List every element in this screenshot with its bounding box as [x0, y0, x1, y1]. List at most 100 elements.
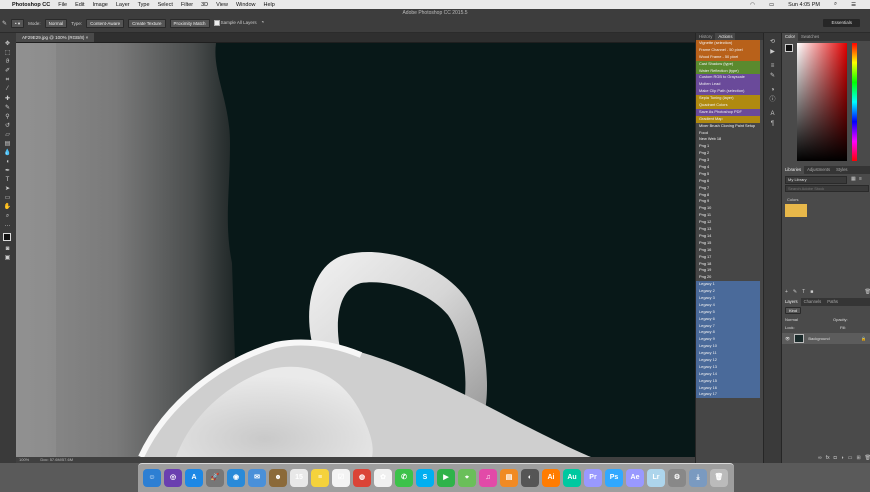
action-item[interactable]: Water Reflection (type) — [696, 67, 760, 75]
menu-edit[interactable]: Edit — [75, 2, 84, 8]
library-dropdown[interactable]: My Library — [785, 176, 847, 184]
hue-slider[interactable] — [852, 43, 857, 161]
type-content-aware-button[interactable]: Content-Aware — [86, 18, 125, 28]
action-item[interactable]: Legacy 16 — [696, 384, 760, 392]
action-item[interactable]: Custom RGB to Grayscale — [696, 74, 760, 82]
new-group-icon[interactable]: ▭ — [848, 455, 853, 462]
action-item[interactable]: Legacy 2 — [696, 288, 760, 295]
link-layers-icon[interactable]: ∞ — [818, 455, 822, 462]
action-item[interactable]: Legacy 10 — [696, 343, 760, 351]
dock-trash-icon[interactable]: 🗑 — [710, 469, 728, 487]
history-panel-icon[interactable]: ⟲ — [768, 39, 777, 46]
move-tool-icon[interactable]: ✥ — [3, 41, 12, 48]
action-item[interactable]: Food — [696, 129, 760, 137]
dock-photos-icon[interactable]: ✿ — [374, 469, 392, 487]
pressure-size-icon[interactable]: ◔ — [261, 20, 265, 26]
spotlight-icon[interactable]: ⌕ — [834, 1, 837, 8]
foreground-swatch-small[interactable] — [785, 44, 793, 52]
action-item[interactable]: Png 16 — [696, 246, 760, 254]
dock-premiere-icon[interactable]: Pr — [584, 469, 602, 487]
dodge-tool-icon[interactable]: ◖ — [3, 159, 12, 166]
action-item[interactable]: Legacy 14 — [696, 370, 760, 378]
action-item[interactable]: Png 15 — [696, 239, 760, 247]
action-item[interactable]: Png 13 — [696, 226, 760, 233]
zoom-level[interactable]: 100% — [19, 457, 29, 462]
tab-swatches[interactable]: Swatches — [798, 33, 822, 41]
action-item[interactable]: Legacy 11 — [696, 350, 760, 357]
library-brush-icon[interactable]: ✎ — [793, 289, 797, 297]
tab-libraries[interactable]: Libraries — [782, 166, 805, 174]
menu-clock[interactable]: Sun 4:05 PM — [788, 2, 820, 8]
eraser-tool-icon[interactable]: ▱ — [3, 132, 12, 139]
eyedropper-tool-icon[interactable]: ⁄ — [3, 86, 12, 93]
menu-filter[interactable]: Filter — [181, 2, 193, 8]
action-item[interactable]: Png 20 — [696, 274, 760, 282]
action-item[interactable]: Vignette (selection) — [696, 40, 760, 47]
menu-app-name[interactable]: Photoshop CC — [12, 2, 50, 8]
clone-stamp-tool-icon[interactable]: ⚲ — [3, 114, 12, 121]
close-tab-icon[interactable]: × — [86, 35, 89, 40]
library-color-swatch[interactable] — [785, 204, 807, 217]
library-color-icon[interactable]: ■ — [810, 289, 813, 297]
action-item[interactable]: Png 10 — [696, 205, 760, 213]
layer-row-background[interactable]: 👁 Background 🔒 — [782, 333, 870, 344]
action-item[interactable]: Legacy 8 — [696, 329, 760, 337]
tab-history[interactable]: History — [696, 33, 715, 40]
action-item[interactable]: Png 11 — [696, 212, 760, 220]
action-item[interactable]: Legacy 12 — [696, 356, 760, 364]
type-create-texture-button[interactable]: Create Texture — [128, 18, 166, 28]
dock-safari-icon[interactable]: ◉ — [227, 469, 245, 487]
action-item[interactable]: Png 4 — [696, 164, 760, 171]
blur-tool-icon[interactable]: 💧 — [3, 150, 12, 157]
action-item[interactable]: Save As Photoshop PDF — [696, 108, 760, 116]
layer-kind-filter[interactable]: Kind — [785, 307, 802, 314]
spot-healing-brush-icon[interactable]: ✎ — [2, 20, 7, 27]
action-item[interactable]: Legacy 4 — [696, 301, 760, 309]
action-item[interactable]: Png 18 — [696, 260, 760, 268]
action-item[interactable]: Png 1 — [696, 143, 760, 151]
menu-help[interactable]: Help — [264, 2, 275, 8]
action-item[interactable]: Sepia Toning (layer) — [696, 95, 760, 103]
character-panel-icon[interactable]: A — [768, 111, 777, 118]
action-item[interactable]: Png 6 — [696, 177, 760, 185]
action-item[interactable]: Png 5 — [696, 170, 760, 178]
dock-facetime-icon[interactable]: ▶ — [437, 469, 455, 487]
add-content-icon[interactable]: + — [785, 289, 788, 297]
dock-illustrator-icon[interactable]: Ai — [542, 469, 560, 487]
stock-search-input[interactable] — [785, 185, 869, 192]
action-item[interactable]: Legacy 15 — [696, 377, 760, 385]
action-item[interactable]: Molten Lead — [696, 81, 760, 89]
action-item[interactable]: Legacy 3 — [696, 294, 760, 302]
delete-layer-icon[interactable]: 🗑 — [865, 455, 870, 462]
properties-panel-icon[interactable]: ≡ — [768, 63, 777, 70]
brush-size-picker[interactable]: • ▾ — [11, 18, 25, 28]
paragraph-panel-icon[interactable]: ¶ — [768, 121, 777, 128]
action-item[interactable]: Legacy 13 — [696, 363, 760, 371]
dock-downloads-icon[interactable]: ⤓ — [689, 469, 707, 487]
action-item[interactable]: Cast Shadow (type) — [696, 60, 760, 68]
dock-mail-icon[interactable]: ✉ — [248, 469, 266, 487]
action-item[interactable]: Legacy 17 — [696, 391, 760, 399]
type-tool-icon[interactable]: T — [3, 177, 12, 184]
zoom-tool-icon[interactable]: ⌕ — [3, 213, 12, 220]
dock-after-effects-icon[interactable]: Ae — [626, 469, 644, 487]
adjustments-icon[interactable]: ◑ — [768, 87, 777, 94]
action-item[interactable]: Quadrant Colors — [696, 102, 760, 109]
menu-type[interactable]: Type — [138, 2, 150, 8]
hand-tool-icon[interactable]: ✋ — [3, 204, 12, 211]
action-item[interactable]: Png 14 — [696, 232, 760, 240]
dock-reminders-icon[interactable]: ☑ — [332, 469, 350, 487]
tab-actions[interactable]: Actions — [715, 33, 736, 40]
tab-color[interactable]: Color — [782, 33, 799, 41]
menu-3d[interactable]: 3D — [201, 2, 208, 8]
dock-skype-icon[interactable]: S — [416, 469, 434, 487]
action-item[interactable]: Png 9 — [696, 198, 760, 206]
action-item[interactable]: Png 19 — [696, 267, 760, 275]
action-item[interactable]: Legacy 7 — [696, 322, 760, 330]
tab-styles[interactable]: Styles — [833, 166, 850, 174]
sample-all-layers-checkbox[interactable]: Sample All Layers — [213, 20, 257, 26]
dock-photoshop-icon[interactable]: Ps — [605, 469, 623, 487]
quick-select-tool-icon[interactable]: ✐ — [3, 68, 12, 75]
action-item[interactable]: Legacy 5 — [696, 308, 760, 316]
brush-tool-icon[interactable]: ✎ — [3, 105, 12, 112]
